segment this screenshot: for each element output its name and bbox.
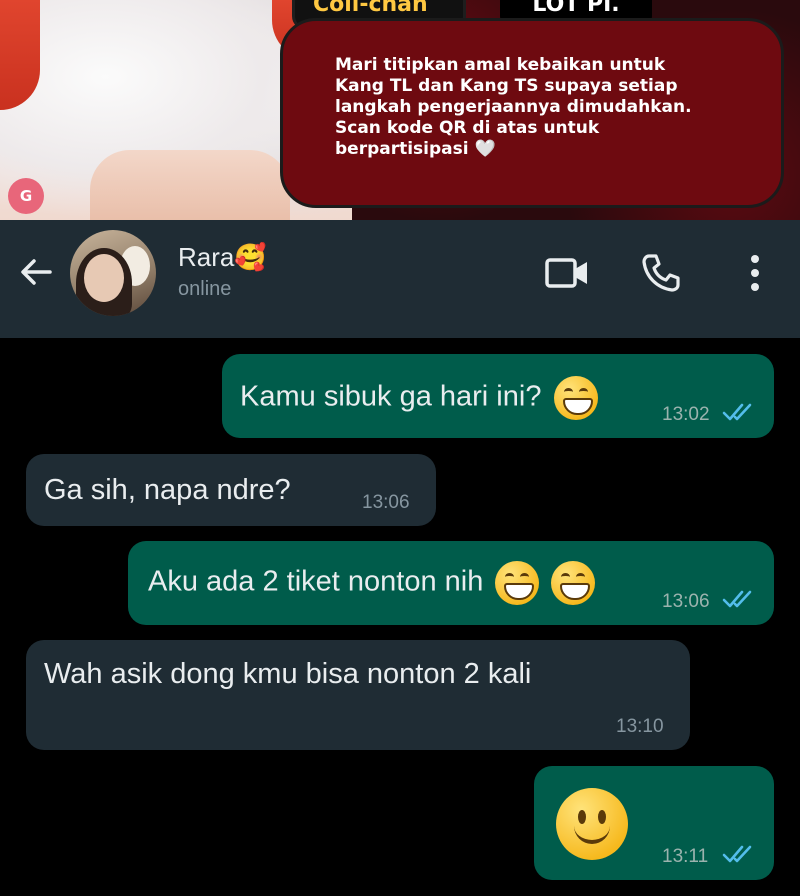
- grinning-face-emoji: [553, 376, 598, 420]
- message-text: Aku ada 2 tiket nonton nih: [148, 565, 484, 598]
- double-check-read-icon: [722, 403, 752, 421]
- illustration-body: [90, 150, 290, 220]
- promo-speech-bubble: Mari titipkan amal kebaikan untuk Kang T…: [280, 18, 784, 208]
- message-bubble-outgoing[interactable]: Aku ada 2 tiket nonton nih 13:06: [128, 541, 774, 625]
- illustration-hair: [0, 0, 40, 110]
- video-call-button[interactable]: [544, 250, 590, 296]
- message-text-wrap: Aku ada 2 tiket nonton nih: [148, 561, 596, 605]
- grinning-face-emoji: [495, 561, 540, 605]
- double-check-read-icon: [722, 845, 752, 863]
- message-text: Ga sih, napa ndre?: [44, 474, 291, 506]
- message-bubble-incoming[interactable]: Wah asik dong kmu bisa nonton 2 kali 13:…: [26, 640, 690, 750]
- arrow-left-icon: [21, 259, 52, 285]
- grinning-face-emoji: [551, 561, 596, 605]
- message-time: 13:02: [662, 404, 710, 425]
- avatar-face: [84, 254, 124, 302]
- message-text: Kamu sibuk ga hari ini?: [240, 380, 542, 413]
- voice-call-button[interactable]: [638, 250, 684, 296]
- promo-text: Mari titipkan amal kebaikan untuk Kang T…: [335, 55, 692, 159]
- message-time: 13:11: [662, 846, 709, 867]
- avatar[interactable]: [70, 230, 156, 316]
- comic-banner: G Coli-chan LOT PI. Mari titipkan amal k…: [0, 0, 800, 220]
- message-time: 13:06: [662, 591, 710, 612]
- kebab-menu-icon: [751, 255, 759, 291]
- message-bubble-incoming[interactable]: Ga sih, napa ndre? 13:06: [26, 454, 436, 526]
- message-bubble-outgoing[interactable]: 13:11: [534, 766, 774, 880]
- chat-header: Rara🥰 online: [0, 220, 800, 338]
- message-time: 13:10: [616, 716, 664, 737]
- message-time: 13:06: [362, 492, 410, 513]
- message-text-wrap: Kamu sibuk ga hari ini?: [240, 376, 598, 420]
- contact-name[interactable]: Rara🥰: [178, 242, 267, 273]
- phone-icon: [642, 254, 680, 292]
- video-camera-icon: [545, 258, 587, 288]
- contact-status: online: [178, 278, 232, 300]
- message-text: Wah asik dong kmu bisa nonton 2 kali: [44, 658, 532, 690]
- back-button[interactable]: [14, 250, 58, 294]
- message-bubble-outgoing[interactable]: Kamu sibuk ga hari ini? 13:02: [222, 354, 774, 438]
- double-check-read-icon: [722, 590, 752, 608]
- slightly-smiling-face-emoji: [556, 788, 628, 860]
- watermark-logo: G: [8, 178, 44, 214]
- more-options-button[interactable]: [732, 250, 778, 296]
